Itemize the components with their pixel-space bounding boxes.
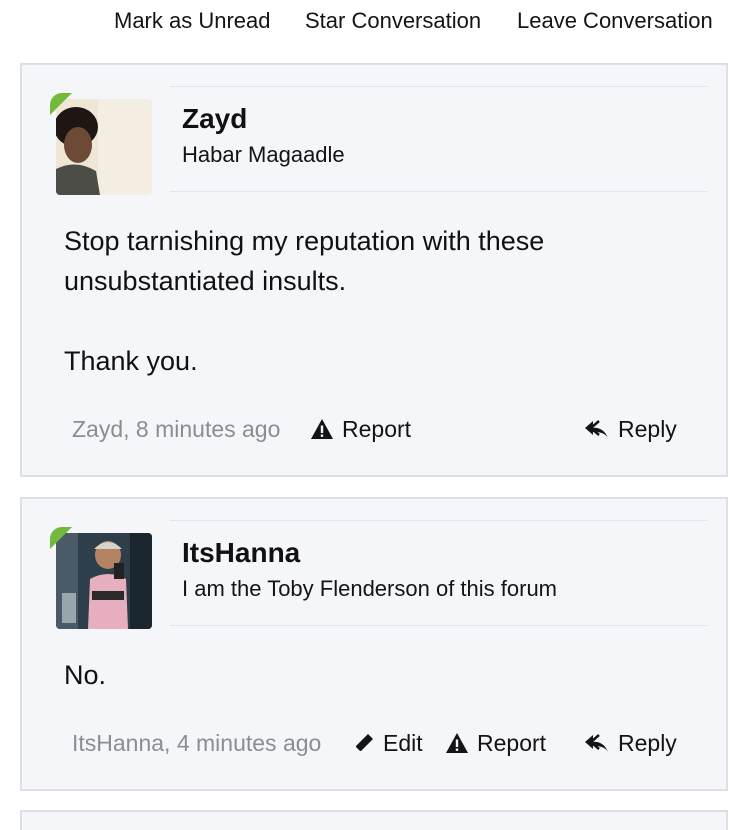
report-button[interactable]: Report — [445, 728, 546, 761]
message-line: Stop tarnishing my reputation with these — [64, 226, 545, 256]
message-card: Zayd Habar Magaadle Stop tarnishing my r… — [20, 63, 728, 477]
reply-button[interactable]: Reply — [584, 414, 677, 447]
star-conversation-link[interactable]: Star Conversation — [305, 8, 481, 34]
online-indicator — [50, 527, 72, 549]
message-meta[interactable]: ItsHanna, 4 minutes ago — [72, 728, 321, 758]
reply-arrow-icon — [584, 731, 610, 761]
warning-triangle-icon — [310, 417, 334, 447]
reply-button[interactable]: Reply — [584, 728, 677, 761]
reply-label: Reply — [618, 730, 677, 756]
message-footer: Zayd, 8 minutes ago Report Reply — [72, 414, 680, 446]
report-label: Report — [342, 416, 412, 442]
username[interactable]: ItsHanna — [182, 536, 300, 570]
report-label: Report — [477, 730, 547, 756]
user-title: Habar Magaadle — [182, 142, 345, 167]
message-footer: ItsHanna, 4 minutes ago Edit Report Repl… — [72, 728, 680, 760]
reply-arrow-icon — [584, 417, 610, 447]
edit-button[interactable]: Edit — [353, 728, 423, 761]
avatar-container — [50, 93, 152, 195]
edit-label: Edit — [383, 730, 423, 756]
conversation-actions-bar: Mark as Unread Star Conversation Leave C… — [0, 0, 750, 44]
warning-triangle-icon — [445, 731, 469, 761]
message-user-info: Zayd Habar Magaadle — [170, 86, 708, 192]
report-button[interactable]: Report — [310, 414, 411, 447]
username[interactable]: Zayd — [182, 102, 247, 136]
message-meta[interactable]: Zayd, 8 minutes ago — [72, 414, 280, 444]
leave-conversation-link[interactable]: Leave Conversation — [517, 8, 713, 34]
message-line: Thank you. — [64, 346, 198, 376]
message-card — [20, 810, 728, 830]
message-body: No. — [64, 655, 106, 695]
pencil-icon — [353, 731, 375, 761]
message-line: unsubstantiated insults. — [64, 266, 347, 296]
message-body: Stop tarnishing my reputation with these… — [64, 221, 544, 381]
user-title: I am the Toby Flenderson of this forum — [182, 576, 557, 601]
message-line: No. — [64, 660, 107, 690]
mark-as-unread-link[interactable]: Mark as Unread — [114, 8, 271, 34]
avatar-container — [50, 527, 152, 629]
message-user-info: ItsHanna I am the Toby Flenderson of thi… — [170, 520, 708, 626]
reply-label: Reply — [618, 416, 677, 442]
message-card: ItsHanna I am the Toby Flenderson of thi… — [20, 497, 728, 791]
online-indicator — [50, 93, 72, 115]
